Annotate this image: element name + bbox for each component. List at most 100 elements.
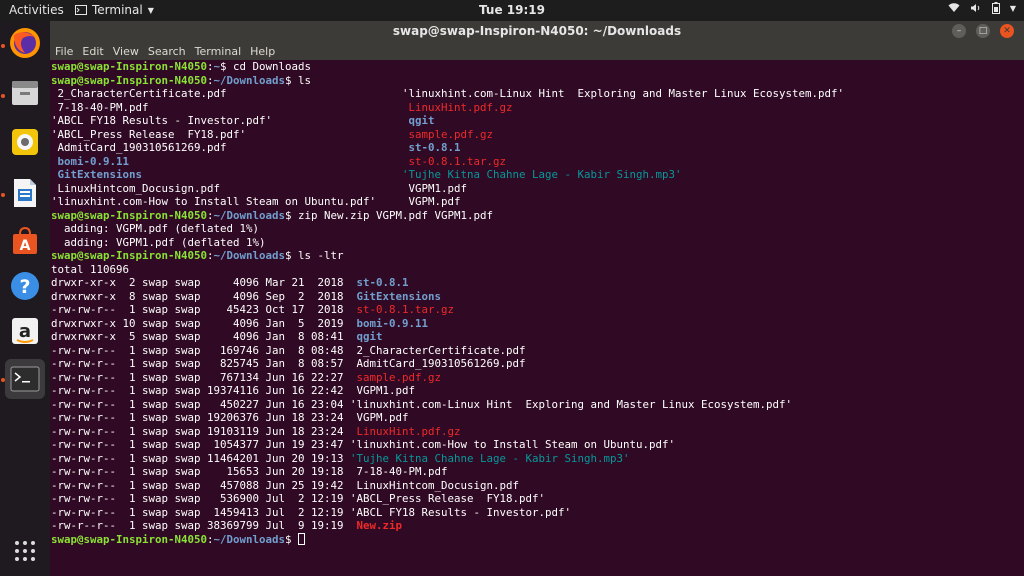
minimize-button[interactable]: – [952,24,966,38]
terminal-text: drwxr-xr-x 2 swap swap 4096 Mar 21 2018 [51,276,357,289]
dock-help[interactable]: ? [5,266,45,306]
terminal-line: drwxrwxr-x 8 swap swap 4096 Sep 2 2018 G… [51,290,792,304]
terminal-line: 7-18-40-PM.pdf LinuxHint.pdf.gz [51,101,792,115]
terminal-text: swap@swap-Inspiron-N4050 [51,73,208,87]
terminal-text: -rw-r--r-- 1 swap swap 38369799 Jul 9 19… [51,519,357,532]
window-title: swap@swap-Inspiron-N4050: ~/Downloads [392,24,682,38]
menu-view[interactable]: View [113,45,139,58]
menu-search[interactable]: Search [148,45,186,58]
battery-icon [991,2,1000,14]
dock-show-applications[interactable] [5,531,45,571]
terminal-column-2: qgit [402,114,435,128]
terminal-text: adding: VGPM1.pdf (deflated 1%) [51,235,266,249]
terminal-text: drwxrwxr-x 8 swap swap 4096 Sep 2 2018 [51,289,357,303]
menu-help[interactable]: Help [250,45,275,58]
terminal-line: -rw-r--r-- 1 swap swap 38369799 Jul 9 19… [51,519,792,533]
rhythmbox-icon [12,129,38,155]
terminal-text: st-0.8.1.tar.gz [356,303,455,316]
terminal-text: qgit [356,330,383,343]
close-button[interactable]: ✕ [1000,24,1014,38]
menu-file[interactable]: File [55,45,73,58]
svg-text:A: A [20,238,31,254]
firefox-icon [10,28,40,58]
terminal-column-2: st-0.8.1.tar.gz [402,155,507,169]
terminal-text: sample.pdf.gz [402,127,494,141]
terminal-text: -rw-rw-r-- 1 swap swap 825745 Jan 8 08:5… [51,357,526,370]
terminal-line: -rw-rw-r-- 1 swap swap 45423 Oct 17 2018… [51,303,792,317]
menu-edit[interactable]: Edit [82,45,103,58]
terminal-text: -rw-rw-r-- 1 swap swap 767134 Jun 16 22:… [51,370,357,384]
terminal-text: swap@swap-Inspiron-N4050 [51,249,208,262]
window-titlebar[interactable]: swap@swap-Inspiron-N4050: ~/Downloads – … [50,21,1024,42]
terminal-text: ~/Downloads [213,73,286,87]
terminal-line: GitExtensions 'Tujhe Kitna Chahne Lage - … [51,168,792,182]
clock[interactable]: Tue 19:19 [479,3,545,17]
terminal-column-2: sample.pdf.gz [402,127,494,142]
terminal-text: 'linuxhint.com-How to Install Steam on U… [51,195,377,208]
terminal-column-2: st-0.8.1 [402,141,461,155]
system-tray[interactable]: ▼ [948,2,1016,14]
terminal-line: -rw-rw-r-- 1 swap swap 19206376 Jun 18 2… [51,411,792,425]
terminal-text: adding: VGPM.pdf (deflated 1%) [51,222,260,235]
terminal-text: drwxrwxr-x 5 swap swap 4096 Jan 8 08:41 [51,330,357,343]
terminal-text: $ ls [285,73,312,87]
terminal-line: -rw-rw-r-- 1 swap swap 11464201 Jun 20 1… [51,452,792,466]
terminal-text: $ zip New.zip VGPM.pdf VGPM1.pdf [285,208,494,222]
terminal-line: -rw-rw-r-- 1 swap swap 767134 Jun 16 22:… [51,371,792,385]
terminal-text: -rw-rw-r-- 1 swap swap 450227 Jun 16 23:… [51,397,793,411]
terminal-line: AdmitCard_190310561269.pdf st-0.8.1 [51,141,792,155]
help-icon: ? [11,272,39,300]
svg-text:?: ? [19,276,30,298]
terminal-line: -rw-rw-r-- 1 swap swap 169746 Jan 8 08:4… [51,344,792,358]
dock: A ? a [0,21,50,576]
dock-firefox[interactable] [5,23,45,63]
terminal-text: 'ABCL_Press Release FY18.pdf' [51,127,247,141]
amazon-icon: a [12,318,38,344]
terminal-line: drwxrwxr-x 10 swap swap 4096 Jan 5 2019 … [51,317,792,331]
dock-writer[interactable] [5,173,45,213]
dock-amazon[interactable]: a [5,311,45,351]
terminal-column-2: VGPM1.pdf [402,181,468,196]
menu-terminal[interactable]: Terminal [195,45,242,58]
terminal-text: GitExtensions [356,289,442,303]
terminal-column-2: LinuxHint.pdf.gz [402,101,513,115]
terminal-line: -rw-rw-r-- 1 swap swap 825745 Jan 8 08:5… [51,357,792,371]
terminal-line: total 110696 [51,263,792,277]
maximize-button[interactable]: □ [976,24,990,38]
dock-terminal[interactable] [5,359,45,399]
terminal-text: st-0.8.1 [402,141,461,154]
terminal-line: adding: VGPM1.pdf (deflated 1%) [51,236,792,250]
terminal-text: $ [285,532,299,546]
terminal-text: ~/Downloads [213,532,286,546]
show-applications-icon [15,541,35,561]
terminal-text: 'ABCL FY18 Results - Investor.pdf' [51,114,273,127]
terminal-output[interactable]: swap@swap-Inspiron-N4050:~$ cd Downloads… [50,60,1024,576]
dock-software[interactable]: A [5,221,45,261]
terminal-line: swap@swap-Inspiron-N4050:~/Downloads$ zi… [51,209,792,223]
terminal-text: 'linuxhint.com-Linux Hint Exploring and … [402,87,845,100]
terminal-line: -rw-rw-r-- 1 swap swap 15653 Jun 20 19:1… [51,465,792,479]
app-menu-label: Terminal [92,3,143,17]
dock-files[interactable] [5,73,45,113]
dock-rhythmbox[interactable] [5,122,45,162]
terminal-text: VGPM1.pdf [402,181,468,195]
terminal-line: -rw-rw-r-- 1 swap swap 19374116 Jun 16 2… [51,384,792,398]
files-icon [12,81,38,105]
app-menu[interactable]: Terminal ▼ [75,3,154,17]
terminal-text: -rw-rw-r-- 1 swap swap 19374116 Jun 16 2… [51,384,416,397]
maximize-icon: □ [978,26,988,36]
terminal-text: LinuxHintcom_Docusign.pdf [51,181,221,195]
terminal-text: -rw-rw-r-- 1 swap swap 1054377 Jun 19 23… [51,438,676,451]
terminal-line: -rw-rw-r-- 1 swap swap 1054377 Jun 19 23… [51,438,792,452]
wifi-icon [948,3,960,12]
terminal-column-2: 'linuxhint.com-Linux Hint Exploring and … [402,87,844,101]
terminal-text: sample.pdf.gz [356,370,442,384]
terminal-line: swap@swap-Inspiron-N4050:~$ cd Downloads [51,60,792,74]
terminal-line: drwxrwxr-x 5 swap swap 4096 Jan 8 08:41 … [51,330,792,344]
terminal-text: VGPM.pdf [402,195,461,208]
terminal-text: -rw-rw-r-- 1 swap swap 536900 Jul 2 12:1… [51,492,546,505]
terminal-text: 7-18-40-PM.pdf [51,100,149,114]
chevron-down-icon: ▼ [147,5,154,15]
terminal-line: swap@swap-Inspiron-N4050:~/Downloads$ ls [51,74,792,88]
activities-button[interactable]: Activities [9,3,64,17]
